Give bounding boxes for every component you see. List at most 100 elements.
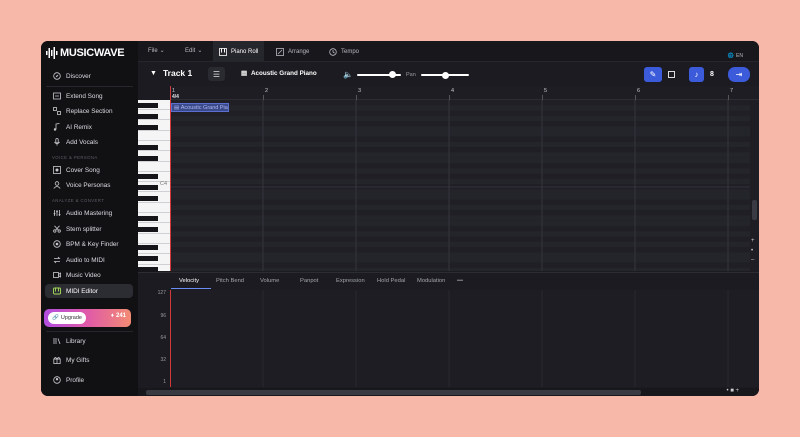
instrument-name: Acoustic Grand Piano <box>250 70 317 77</box>
grid-row <box>170 194 750 200</box>
sidebar-item-profile[interactable]: Profile <box>45 373 133 387</box>
target-icon <box>52 240 61 249</box>
file-menu[interactable]: File ⌄ <box>148 47 165 55</box>
logo[interactable]: MUSICWAVE <box>46 47 125 59</box>
black-key[interactable] <box>138 196 158 201</box>
grid-row <box>170 163 750 169</box>
automation-tab[interactable]: Panpot <box>300 278 318 284</box>
velocity-axis-label: 127 <box>157 290 166 296</box>
black-key[interactable] <box>138 114 158 119</box>
scroll-thumb[interactable] <box>752 200 757 220</box>
sidebar-item-add-vocals[interactable]: Add Vocals <box>45 135 133 149</box>
snap-value[interactable]: 8 <box>706 67 718 82</box>
file-menu-label: File <box>148 47 158 54</box>
upgrade-button[interactable]: 🔗 Upgrade <box>48 312 86 324</box>
video-icon <box>52 271 61 280</box>
black-key[interactable] <box>138 216 158 221</box>
sidebar: MUSICWAVE Discover Extend Song Replace Se… <box>41 41 138 396</box>
tab-tempo[interactable]: Tempo <box>323 41 365 62</box>
sidebar-item-music-video[interactable]: Music Video <box>45 268 133 282</box>
pan-slider-knob[interactable] <box>441 71 449 79</box>
track-list-button[interactable]: ☰ <box>208 67 225 81</box>
grid-row <box>170 173 750 179</box>
velocity-axis-label: 32 <box>160 357 166 363</box>
automation-tab[interactable]: ••• <box>457 278 463 284</box>
zoom-out-icon[interactable]: – <box>751 257 754 263</box>
tab-arrange[interactable]: Arrange <box>270 41 315 62</box>
white-key-divider <box>138 139 170 141</box>
velocity-grid[interactable] <box>170 290 759 387</box>
note-length-button[interactable]: ♪ <box>689 67 704 82</box>
pan-label: Pan <box>406 72 416 78</box>
zoom-controls[interactable]: • ■ + <box>726 388 739 394</box>
sidebar-item-ai-remix[interactable]: AI Remix <box>45 120 133 134</box>
grid-row <box>170 220 750 226</box>
volume-slider[interactable] <box>356 71 401 78</box>
black-key[interactable] <box>138 227 158 232</box>
sidebar-item-audio-to-midi[interactable]: Audio to MIDI <box>45 253 133 267</box>
note-grid[interactable] <box>170 100 750 271</box>
track-selector[interactable]: ▼ Track 1 <box>150 68 192 78</box>
sidebar-item-voice-personas[interactable]: Voice Personas <box>45 178 133 192</box>
grid-row <box>170 257 750 263</box>
edit-menu[interactable]: Edit ⌄ <box>185 47 202 55</box>
tab-piano-roll[interactable]: Piano Roll <box>213 41 265 62</box>
key-label-c4: C4 <box>160 181 168 187</box>
sidebar-item-extend-song[interactable]: Extend Song <box>45 89 133 103</box>
black-key[interactable] <box>138 256 158 261</box>
active-tab-underline <box>171 288 211 289</box>
grid-row <box>170 136 750 142</box>
track-name: Track 1 <box>162 68 193 78</box>
automation-tab[interactable]: Velocity <box>179 278 199 284</box>
automation-tab[interactable]: Hold Pedal <box>377 278 405 284</box>
language-selector[interactable]: 🌐 EN <box>728 53 743 59</box>
bar-number: 2 <box>265 88 269 94</box>
bar-number: 6 <box>637 88 641 94</box>
grid-row <box>170 262 750 268</box>
sidebar-item-cover-song[interactable]: Cover Song <box>45 163 133 177</box>
timeline-ruler[interactable]: 4/4 1234567 <box>170 86 759 100</box>
sidebar-item-discover[interactable]: Discover <box>45 69 133 83</box>
select-tool-button[interactable] <box>665 67 677 82</box>
automation-tab[interactable]: Modulation <box>417 278 445 284</box>
sidebar-item-bpm-key-finder[interactable]: BPM & Key Finder <box>45 237 133 251</box>
playhead-lower <box>170 290 171 387</box>
pencil-tool-button[interactable]: ✎ <box>644 67 662 82</box>
white-key-divider <box>138 201 170 203</box>
app-window: MUSICWAVE Discover Extend Song Replace Se… <box>41 41 759 396</box>
automation-tab[interactable]: Expression <box>336 278 365 284</box>
sidebar-item-midi-editor[interactable]: MIDI Editor <box>45 284 133 298</box>
zoom-in-icon[interactable]: + <box>751 238 755 244</box>
export-button[interactable]: ⇥ <box>728 67 750 82</box>
sidebar-item-label: Add Vocals <box>66 138 98 146</box>
instrument-selector[interactable]: ▤ Acoustic Grand Piano <box>241 70 317 77</box>
hscroll-thumb[interactable] <box>146 390 641 395</box>
sidebar-item-audio-mastering[interactable]: Audio Mastering <box>45 206 133 220</box>
sidebar-item-stem-splitter[interactable]: Stem splitter <box>45 222 133 236</box>
upgrade-label: Upgrade <box>60 315 82 321</box>
sidebar-item-library[interactable]: Library <box>45 334 133 348</box>
playhead[interactable] <box>170 86 171 271</box>
grid-row <box>170 115 750 121</box>
automation-tab[interactable]: Volume <box>260 278 279 284</box>
velocity-axis-label: 96 <box>160 313 166 319</box>
bar-number: 3 <box>358 88 362 94</box>
midi-clip[interactable]: ▤ Acoustic Grand Pia <box>171 103 229 112</box>
list-icon: ☰ <box>212 69 221 79</box>
sidebar-item-my-gifts[interactable]: My Gifts <box>45 353 133 367</box>
vertical-scrollbar[interactable]: + • – <box>750 100 759 271</box>
black-key[interactable] <box>138 174 158 179</box>
sidebar-item-replace-section[interactable]: Replace Section <box>45 104 133 118</box>
black-key[interactable] <box>138 245 158 250</box>
section-label: ANALYZE & CONVERT <box>52 198 105 203</box>
sidebar-item-label: Discover <box>66 72 91 80</box>
volume-slider-knob[interactable] <box>388 71 396 78</box>
black-key[interactable] <box>138 185 158 190</box>
pan-slider[interactable] <box>421 71 469 79</box>
grid-row <box>170 199 750 205</box>
horizontal-scrollbar[interactable]: • ■ + <box>138 388 759 396</box>
grid-row <box>170 241 750 247</box>
black-key[interactable] <box>138 103 158 108</box>
bar-number: 1 <box>172 88 176 94</box>
automation-tab[interactable]: Pitch Bend <box>216 278 244 284</box>
